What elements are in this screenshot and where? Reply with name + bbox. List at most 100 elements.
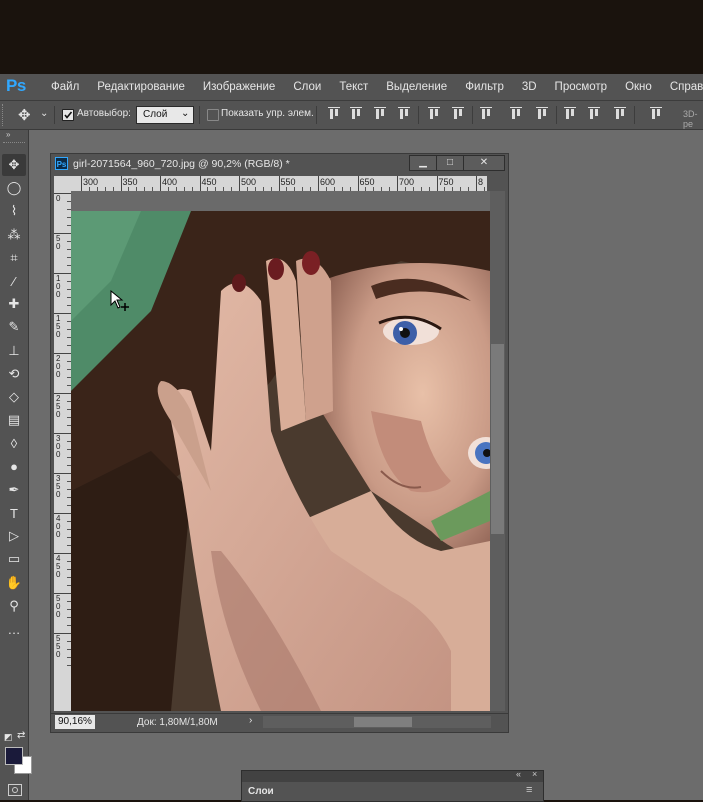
align-option-icon[interactable] xyxy=(612,106,628,122)
menu-item[interactable]: Выделение xyxy=(377,81,456,93)
menu-item[interactable]: Текст xyxy=(330,81,377,93)
spot-heal-tool-icon[interactable]: ✚ xyxy=(2,293,26,315)
image-canvas[interactable] xyxy=(71,191,490,711)
ruler-label: 200 xyxy=(56,354,61,379)
options-grip[interactable] xyxy=(2,104,7,126)
zoom-level-field[interactable]: 90,16% xyxy=(55,715,95,729)
lasso-tool-icon[interactable]: ⌇ xyxy=(2,200,26,222)
zoom-tool-icon[interactable]: ⚲ xyxy=(2,595,26,617)
divider xyxy=(316,106,317,124)
ruler-label: 250 xyxy=(56,394,61,419)
gradient-tool-icon[interactable]: ▤ xyxy=(2,409,26,431)
swap-colors-icon[interactable]: ⇄ xyxy=(17,730,25,741)
align-option-icon[interactable] xyxy=(348,106,364,122)
ruler-tick xyxy=(357,176,359,191)
align-option-icon[interactable] xyxy=(396,106,412,122)
panel-menu-icon[interactable]: ≡ xyxy=(526,784,532,796)
menu-item[interactable]: Редактирование xyxy=(88,81,194,93)
ruler-label: 300 xyxy=(56,434,61,459)
menu-items: Файл Редактирование Изображение Слои Текст Вы… xyxy=(42,74,703,100)
ruler-label: 0 xyxy=(56,194,61,203)
align-option-icon[interactable] xyxy=(372,106,388,122)
minimize-button[interactable]: ▁ xyxy=(409,155,437,171)
ruler-label: 350 xyxy=(122,177,138,187)
pen-tool-icon[interactable]: ✒ xyxy=(2,479,26,501)
horizontal-scrollbar[interactable] xyxy=(263,716,491,728)
clone-stamp-tool-icon[interactable]: ⊥ xyxy=(2,340,26,362)
default-colors-icon[interactable]: ◩ xyxy=(4,732,13,743)
show-controls-checkbox[interactable] xyxy=(207,109,219,121)
tab-layers[interactable]: Слои xyxy=(242,782,278,801)
close-button[interactable]: ✕ xyxy=(463,155,505,171)
more-tools-icon[interactable]: … xyxy=(2,618,26,640)
eyedropper-tool-icon[interactable]: ⁄ xyxy=(2,270,26,292)
ruler-tick xyxy=(199,176,201,191)
ruler-tick xyxy=(120,176,122,191)
menu-item[interactable]: Слои xyxy=(284,81,330,93)
collapse-panel-icon[interactable]: « xyxy=(516,769,521,779)
align-option-icon[interactable] xyxy=(648,106,664,122)
hand-tool-icon[interactable]: ✋ xyxy=(2,572,26,594)
align-option-icon[interactable] xyxy=(508,106,524,122)
brush-tool-icon[interactable]: ✎ xyxy=(2,316,26,338)
status-menu-arrow-icon[interactable]: › xyxy=(249,715,252,726)
quick-mask-icon[interactable] xyxy=(8,784,22,796)
align-option-icon[interactable] xyxy=(586,106,602,122)
ruler-label: 750 xyxy=(438,177,454,187)
ruler-label: 300 xyxy=(83,177,99,187)
vertical-ruler[interactable]: 0 50 100 150 200 250 300 350 400 450 500 550 xyxy=(54,191,71,711)
ruler-label: 550 xyxy=(56,634,61,659)
ruler-origin[interactable] xyxy=(54,176,71,191)
blur-tool-icon[interactable]: ◊ xyxy=(2,432,26,454)
document-size-info: Док: 1,80M/1,80M xyxy=(137,717,218,728)
menu-bar: Ps Файл Редактирование Изображение Слои Текс… xyxy=(0,74,703,101)
vertical-scrollbar-thumb[interactable] xyxy=(491,344,504,534)
divider xyxy=(199,106,200,124)
foreground-color-swatch[interactable] xyxy=(5,747,23,765)
menu-item[interactable]: Справка xyxy=(661,81,703,93)
menu-item[interactable]: Изображение xyxy=(194,81,284,93)
close-panel-icon[interactable]: × xyxy=(532,769,537,779)
align-option-icon[interactable] xyxy=(450,106,466,122)
menu-item[interactable]: Просмотр xyxy=(546,81,617,93)
autoselect-checkbox[interactable] xyxy=(62,109,74,121)
align-option-icon[interactable] xyxy=(326,106,342,122)
toolbox-collapse-icon[interactable]: » xyxy=(6,130,10,139)
eraser-tool-icon[interactable]: ◇ xyxy=(2,386,26,408)
path-select-tool-icon[interactable]: ▷ xyxy=(2,525,26,547)
select-value: Слой xyxy=(143,109,168,120)
toolbox-grip[interactable] xyxy=(3,142,25,146)
move-tool-icon[interactable]: ✥ xyxy=(18,106,31,124)
menu-item[interactable]: Окно xyxy=(616,81,661,93)
autoselect-label: Автовыбор: xyxy=(77,108,131,119)
menu-item[interactable]: 3D xyxy=(513,81,546,93)
show-controls-label: Показать упр. элем. xyxy=(221,108,314,119)
tool-preset-chevron-down-icon[interactable]: ⌄ xyxy=(40,108,48,119)
align-option-icon[interactable] xyxy=(534,106,550,122)
history-brush-tool-icon[interactable]: ⟲ xyxy=(2,363,26,385)
shape-tool-icon[interactable]: ▭ xyxy=(2,548,26,570)
ruler-tick xyxy=(318,176,319,191)
mouse-cursor-icon xyxy=(110,289,132,315)
ruler-tick xyxy=(397,176,398,191)
status-bar: 90,16% Док: 1,80M/1,80M › xyxy=(51,713,508,732)
crop-tool-icon[interactable]: ⌗ xyxy=(2,247,26,269)
document-title-bar[interactable]: Ps girl-2071564_960_720.jpg @ 90,2% (RGB… xyxy=(51,154,508,174)
move-tool-icon[interactable]: ✥ xyxy=(2,154,26,176)
document-title: girl-2071564_960_720.jpg @ 90,2% (RGB/8)… xyxy=(73,158,290,170)
autoselect-target-select[interactable]: Слой ⌄ xyxy=(136,106,194,124)
maximize-button[interactable]: □ xyxy=(436,155,464,171)
align-option-icon[interactable] xyxy=(478,106,494,122)
horizontal-scrollbar-thumb[interactable] xyxy=(354,717,412,727)
align-option-icon[interactable] xyxy=(426,106,442,122)
type-tool-icon[interactable]: T xyxy=(2,502,26,524)
quick-select-tool-icon[interactable]: ⁂ xyxy=(2,224,26,246)
dodge-tool-icon[interactable]: ● xyxy=(2,456,26,478)
menu-item[interactable]: Файл xyxy=(42,81,88,93)
ruler-tick xyxy=(436,176,438,191)
align-option-icon[interactable] xyxy=(562,106,578,122)
layers-panel-header[interactable]: « × xyxy=(242,769,543,782)
horizontal-ruler[interactable]: 300 350 400 450 500 550 600 650 700 750 8 xyxy=(71,176,487,191)
menu-item[interactable]: Фильтр xyxy=(456,81,513,93)
marquee-tool-icon[interactable]: ◯ xyxy=(2,177,26,199)
